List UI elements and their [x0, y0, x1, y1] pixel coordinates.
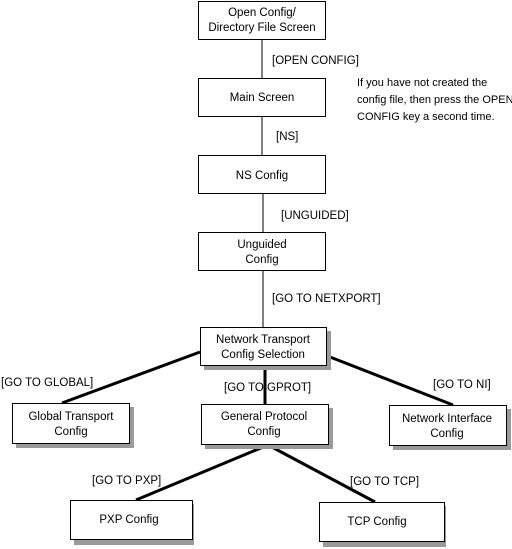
node-network-interface: Network Interface Config [389, 405, 511, 450]
svg-text:Directory File Screen: Directory File Screen [208, 22, 315, 34]
edge-gprot-tcp [267, 443, 376, 504]
svg-text:Network Interface: Network Interface [402, 413, 492, 425]
svg-text:Config: Config [430, 428, 463, 440]
svg-text:Global Transport: Global Transport [28, 411, 114, 423]
svg-text:TCP Config: TCP Config [347, 516, 406, 528]
edge-label-ni: [GO TO NI] [433, 379, 491, 391]
node-main-screen: Main Screen [198, 78, 326, 117]
node-unguided-config: Unguided Config [198, 232, 326, 271]
svg-text:Config: Config [245, 254, 278, 266]
edge-label-global: [GO TO GLOBAL] [1, 377, 93, 389]
node-global-transport: Global Transport Config [12, 403, 134, 448]
node-network-transport: Network Transport Config Selection [200, 327, 331, 370]
svg-text:Network Transport: Network Transport [216, 334, 311, 346]
svg-text:PXP Config: PXP Config [99, 514, 158, 526]
svg-text:Config Selection: Config Selection [221, 349, 305, 361]
node-ns-config: NS Config [198, 155, 326, 194]
node-general-protocol: General Protocol Config [201, 404, 333, 449]
edge-label-tcp: [GO TO TCP] [350, 476, 419, 488]
note-open-config: If you have not created the config file,… [357, 77, 512, 123]
edge-label-open-config: [OPEN CONFIG] [272, 55, 359, 67]
edge-label-gprot: [GO TO GPROT] [224, 382, 311, 394]
edge-label-unguided: [UNGUIDED] [281, 210, 349, 222]
edge-label-netxport: [GO TO NETXPORT] [272, 293, 381, 305]
svg-text:Open Config/: Open Config/ [228, 7, 297, 19]
node-open-config: Open Config/ Directory File Screen [198, 1, 326, 40]
edge-label-pxp: [GO TO PXP] [92, 475, 161, 487]
edge-label-ns: [NS] [276, 131, 298, 143]
svg-text:Main Screen: Main Screen [230, 92, 295, 104]
svg-text:NS Config: NS Config [236, 170, 288, 182]
svg-text:General Protocol: General Protocol [221, 411, 307, 423]
svg-text:Unguided: Unguided [237, 239, 286, 251]
node-tcp-config: TCP Config [319, 502, 446, 547]
edge-gprot-pxp [135, 443, 269, 502]
svg-text:Config: Config [247, 426, 280, 438]
node-pxp-config: PXP Config [70, 500, 194, 545]
svg-text:Config: Config [54, 426, 87, 438]
